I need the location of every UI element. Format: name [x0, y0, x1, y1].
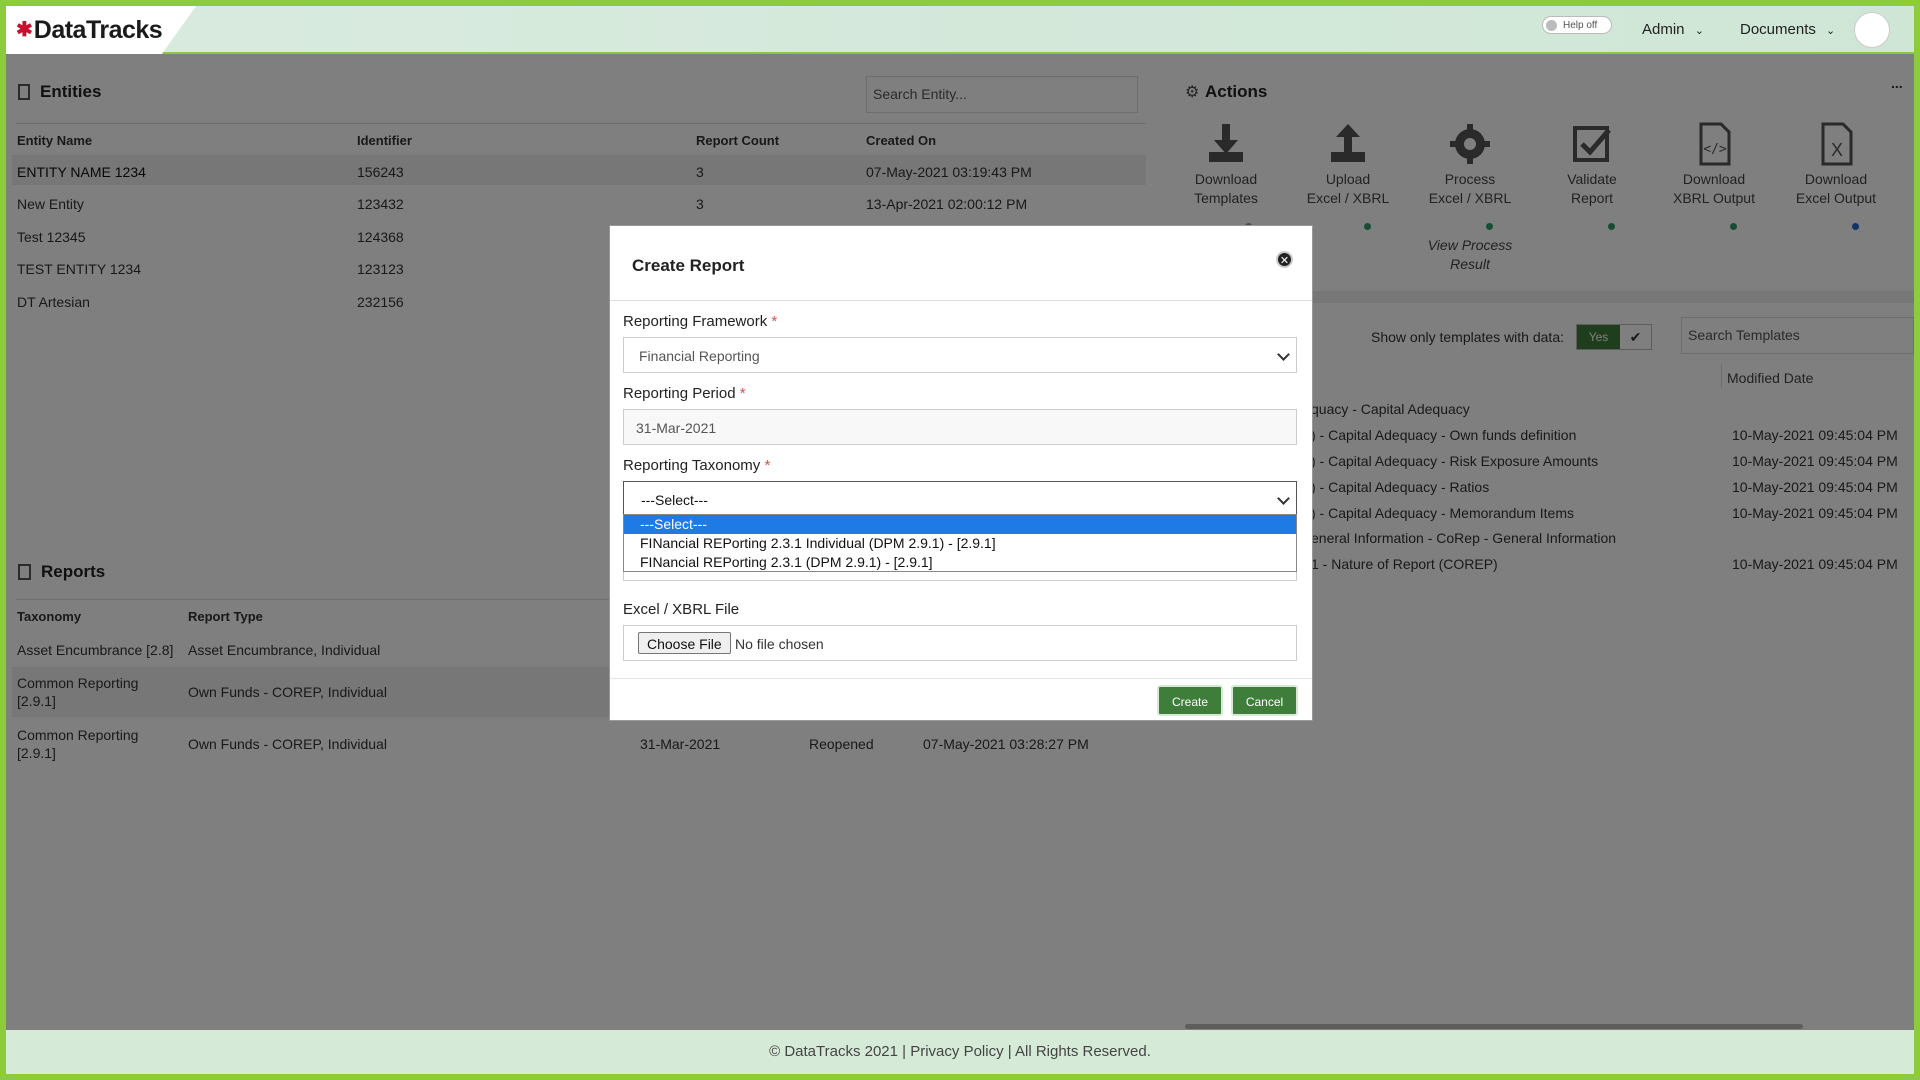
chevron-down-icon: ⌄	[1826, 25, 1836, 37]
taxonomy-dropdown-list: ---Select--- FINancial REPorting 2.3.1 I…	[623, 514, 1297, 572]
create-report-dialog: Create Report ✕ Reporting Framework * Fi…	[609, 225, 1313, 721]
cancel-button[interactable]: Cancel	[1231, 685, 1298, 716]
logo-text: DataTracks	[33, 15, 163, 44]
create-button[interactable]: Create	[1157, 685, 1223, 716]
app-window: ✱ DataTracks Help off Admin ⌄ Documents …	[6, 6, 1914, 1074]
top-header: ✱ DataTracks Help off Admin ⌄ Documents …	[6, 6, 1914, 54]
documents-menu-label: Documents	[1740, 21, 1816, 38]
admin-menu[interactable]: Admin ⌄	[1642, 21, 1704, 38]
logo-icon: ✱	[16, 19, 33, 41]
reporting-taxonomy-select[interactable]: ---Select---	[623, 481, 1297, 517]
logo[interactable]: ✱ DataTracks	[6, 6, 196, 54]
divider	[610, 300, 1312, 301]
chevron-down-icon	[1277, 348, 1290, 361]
required-marker: *	[739, 385, 746, 402]
reporting-taxonomy-label: Reporting Taxonomy *	[623, 457, 770, 474]
file-status: No file chosen	[735, 636, 824, 652]
select-value: Financial Reporting	[639, 348, 760, 364]
hidden-field-edge	[623, 572, 1297, 581]
dropdown-option[interactable]: FINancial REPorting 2.3.1 Individual (DP…	[624, 534, 1296, 553]
reporting-framework-select[interactable]: Financial Reporting	[623, 337, 1297, 373]
reporting-framework-label: Reporting Framework *	[623, 313, 777, 330]
chevron-down-icon: ⌄	[1694, 25, 1704, 37]
avatar[interactable]	[1854, 12, 1890, 48]
chevron-down-icon	[1277, 492, 1290, 505]
reporting-period-field[interactable]: 31-Mar-2021	[623, 409, 1297, 445]
help-toggle[interactable]: Help off	[1542, 16, 1612, 34]
label-text: Reporting Period	[623, 385, 736, 402]
close-icon[interactable]: ✕	[1276, 251, 1293, 268]
required-marker: *	[771, 313, 778, 330]
label-text: Reporting Taxonomy	[623, 457, 761, 474]
dropdown-option[interactable]: FINancial REPorting 2.3.1 (DPM 2.9.1) - …	[624, 553, 1296, 572]
dropdown-option[interactable]: ---Select---	[624, 515, 1296, 534]
dialog-title: Create Report	[632, 256, 745, 275]
documents-menu[interactable]: Documents ⌄	[1740, 21, 1835, 38]
reporting-period-label: Reporting Period *	[623, 385, 746, 402]
admin-menu-label: Admin	[1642, 21, 1685, 38]
file-label: Excel / XBRL File	[623, 601, 740, 618]
choose-file-button[interactable]: Choose File	[638, 632, 731, 654]
label-text: Reporting Framework	[623, 313, 768, 330]
divider	[610, 678, 1312, 679]
footer: © DataTracks 2021 | Privacy Policy | All…	[6, 1030, 1914, 1074]
file-input[interactable]: Choose File No file chosen	[623, 625, 1297, 661]
required-marker: *	[764, 457, 771, 474]
select-value: ---Select---	[641, 492, 708, 508]
